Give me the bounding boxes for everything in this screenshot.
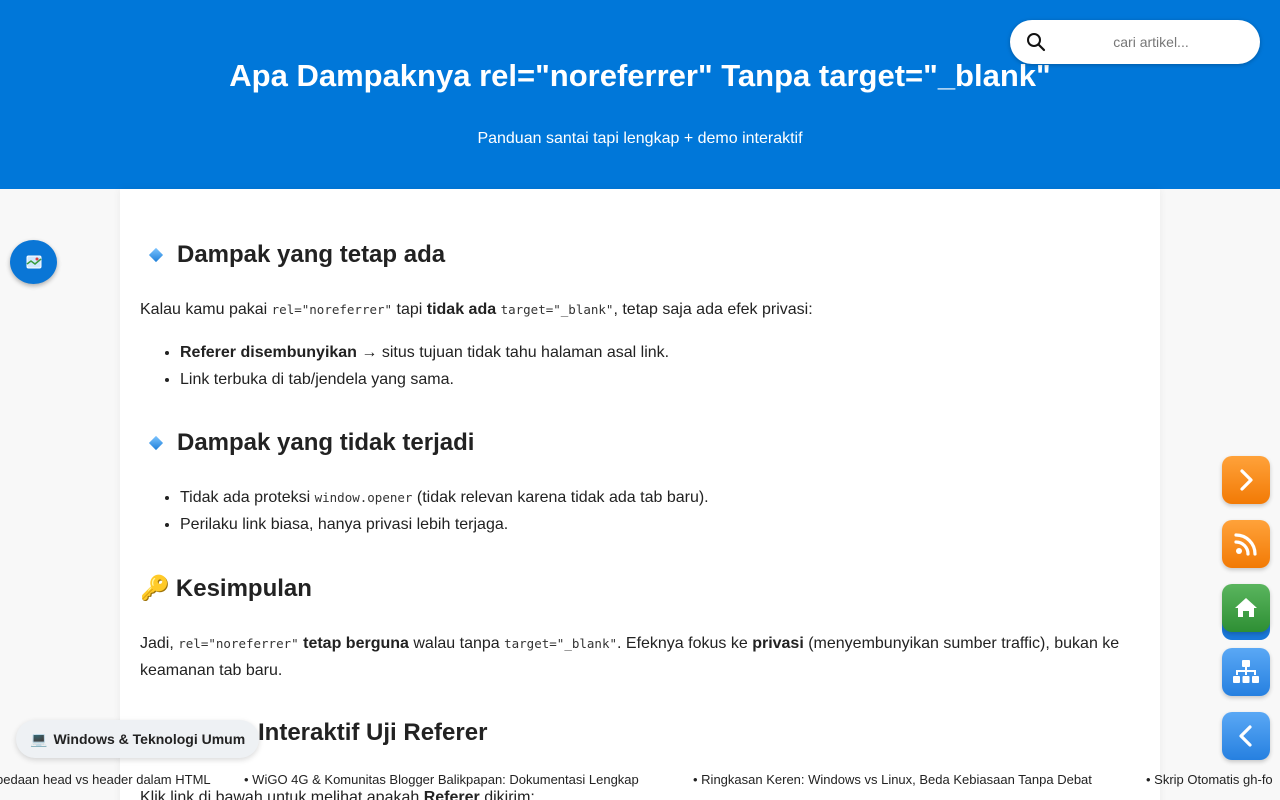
category-chip[interactable]: 💻 Windows & Teknologi Umum [16, 720, 260, 758]
section-dampak-tidak: Dampak yang tidak terjadi Tidak ada prot… [140, 429, 1140, 538]
list-item: Link terbuka di tab/jendela yang sama. [180, 366, 1140, 393]
diamond-icon [148, 435, 164, 451]
category-label: Windows & Teknologi Umum [53, 731, 246, 747]
section-kesimpulan: 🔑 Kesimpulan Jadi, rel="noreferrer" teta… [140, 574, 1140, 684]
ticker-item[interactable]: • Ringkasan Keren: Windows vs Linux, Bed… [693, 772, 1092, 787]
back-icon [1239, 725, 1252, 747]
home-icon [1235, 598, 1257, 617]
page-subtitle: Panduan santai tapi lengkap + demo inter… [477, 130, 803, 147]
next-icon [1240, 469, 1253, 491]
conclusion-text: Jadi, rel="noreferrer" tetap berguna wal… [140, 635, 1120, 679]
section-dampak-tetap: Dampak yang tetap ada Kalau kamu pakai r… [140, 241, 1140, 393]
list-item: Referer disembunyikan → situs tujuan tid… [180, 339, 1140, 366]
rss-button[interactable] [1222, 520, 1270, 568]
rss-icon [1234, 533, 1257, 556]
diamond-icon [148, 247, 164, 263]
news-ticker: bedaan head vs header dalam HTML • WiGO … [0, 770, 1280, 790]
article-card: Dampak yang tetap ada Kalau kamu pakai r… [120, 189, 1160, 800]
list-item: Tidak ada proteksi window.opener (tidak … [180, 484, 1140, 511]
section-heading: Interaktif Uji Referer [258, 719, 488, 746]
sitemap-button[interactable] [1222, 648, 1270, 696]
map-button[interactable] [10, 240, 57, 284]
non-effects-list: Tidak ada proteksi window.opener (tidak … [180, 484, 1140, 538]
section-intro: Kalau kamu pakai rel="noreferrer" tapi t… [140, 301, 813, 318]
ticker-item[interactable]: • WiGO 4G & Komunitas Blogger Balikpapan… [244, 772, 639, 787]
search-icon[interactable] [1026, 32, 1046, 52]
key-icon: 🔑 [140, 575, 170, 602]
section-heading: 🔑 Kesimpulan [140, 574, 312, 603]
back-button[interactable] [1222, 712, 1270, 760]
next-button[interactable] [1222, 456, 1270, 504]
laptop-icon: 💻 [30, 730, 48, 747]
effects-list: Referer disembunyikan → situs tujuan tid… [180, 339, 1140, 393]
map-icon [26, 255, 41, 269]
sitemap-icon [1233, 660, 1259, 683]
ticker-item[interactable]: • Skrip Otomatis gh-fo [1146, 772, 1273, 787]
home-button[interactable] [1222, 584, 1270, 632]
section-heading: Dampak yang tidak terjadi [140, 429, 1140, 457]
search-input[interactable] [1058, 28, 1244, 56]
search-box[interactable] [1010, 20, 1260, 64]
ticker-item[interactable]: bedaan head vs header dalam HTML [0, 772, 211, 787]
list-item: Perilaku link biasa, hanya privasi lebih… [180, 511, 1140, 538]
section-heading: Dampak yang tetap ada [140, 241, 1140, 269]
